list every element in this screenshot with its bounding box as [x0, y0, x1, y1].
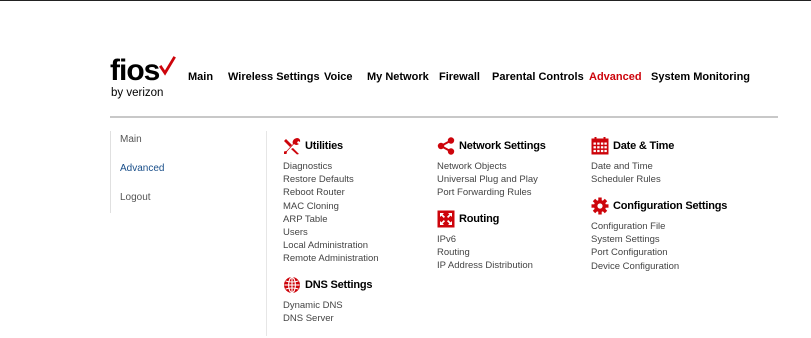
link-system-settings[interactable]: System Settings	[591, 233, 679, 246]
sidebar-item-logout[interactable]: Logout	[120, 192, 151, 204]
nav-wireless-settings[interactable]: Wireless Settings	[228, 70, 320, 84]
share-icon	[437, 137, 455, 155]
link-scheduler-rules[interactable]: Scheduler Rules	[591, 173, 661, 186]
nav-voice[interactable]: Voice	[324, 70, 353, 84]
utilities-title: Utilities	[305, 140, 343, 152]
link-port-configuration[interactable]: Port Configuration	[591, 246, 679, 259]
link-diagnostics[interactable]: Diagnostics	[283, 160, 379, 173]
network-title: Network Settings	[459, 140, 546, 152]
calendar-icon	[591, 137, 609, 155]
nav-firewall[interactable]: Firewall	[439, 70, 480, 84]
fios-logo[interactable]: fios by verizon	[110, 54, 180, 102]
utilities-section: Utilities Diagnostics Restore Defaults R…	[283, 137, 379, 266]
link-configuration-file[interactable]: Configuration File	[591, 220, 679, 233]
link-dynamic-dns[interactable]: Dynamic DNS	[283, 299, 343, 312]
gear-icon	[591, 197, 609, 215]
globe-icon	[284, 276, 300, 294]
link-date-and-time[interactable]: Date and Time	[591, 160, 661, 173]
sidebar-border	[110, 131, 111, 213]
link-routing[interactable]: Routing	[437, 246, 533, 259]
link-upnp[interactable]: Universal Plug and Play	[437, 173, 538, 186]
link-arp-table[interactable]: ARP Table	[283, 213, 379, 226]
nav-advanced[interactable]: Advanced	[589, 70, 642, 84]
link-restore-defaults[interactable]: Restore Defaults	[283, 173, 379, 186]
sidebar-item-main[interactable]: Main	[120, 134, 142, 146]
config-section: Configuration Settings Configuration Fil…	[591, 197, 727, 273]
link-ip-address-distribution[interactable]: IP Address Distribution	[437, 259, 533, 272]
datetime-title: Date & Time	[613, 140, 675, 152]
nav-my-network[interactable]: My Network	[367, 70, 429, 84]
link-mac-cloning[interactable]: MAC Cloning	[283, 200, 379, 213]
link-device-configuration[interactable]: Device Configuration	[591, 260, 679, 273]
header-divider	[110, 116, 778, 118]
link-remote-administration[interactable]: Remote Administration	[283, 252, 379, 265]
dns-section: DNS Settings Dynamic DNS DNS Server	[283, 276, 372, 325]
link-users[interactable]: Users	[283, 226, 379, 239]
nav-main[interactable]: Main	[188, 70, 213, 84]
link-local-administration[interactable]: Local Administration	[283, 239, 379, 252]
nav-parental-controls[interactable]: Parental Controls	[492, 70, 584, 84]
check-mark-icon	[159, 56, 176, 76]
nav-system-monitoring[interactable]: System Monitoring	[651, 70, 750, 84]
sidebar-item-advanced[interactable]: Advanced	[120, 163, 164, 175]
top-border	[0, 0, 811, 1]
link-port-forwarding[interactable]: Port Forwarding Rules	[437, 186, 538, 199]
routing-section: Routing IPv6 Routing IP Address Distribu…	[437, 210, 533, 273]
dns-title: DNS Settings	[305, 279, 373, 291]
link-ipv6[interactable]: IPv6	[437, 233, 533, 246]
datetime-section: Date & Time Date and Time Scheduler Rule…	[591, 137, 674, 186]
config-title: Configuration Settings	[613, 200, 728, 212]
logo-tagline: by verizon	[111, 87, 164, 99]
routing-title: Routing	[459, 213, 500, 225]
content-divider	[266, 131, 267, 336]
routing-icon	[437, 210, 455, 228]
logo-wordmark: fios	[110, 54, 160, 87]
link-reboot-router[interactable]: Reboot Router	[283, 186, 379, 199]
link-network-objects[interactable]: Network Objects	[437, 160, 538, 173]
network-section: Network Settings Network Objects Univers…	[437, 137, 546, 200]
tools-icon	[284, 138, 301, 155]
link-dns-server[interactable]: DNS Server	[283, 312, 343, 325]
